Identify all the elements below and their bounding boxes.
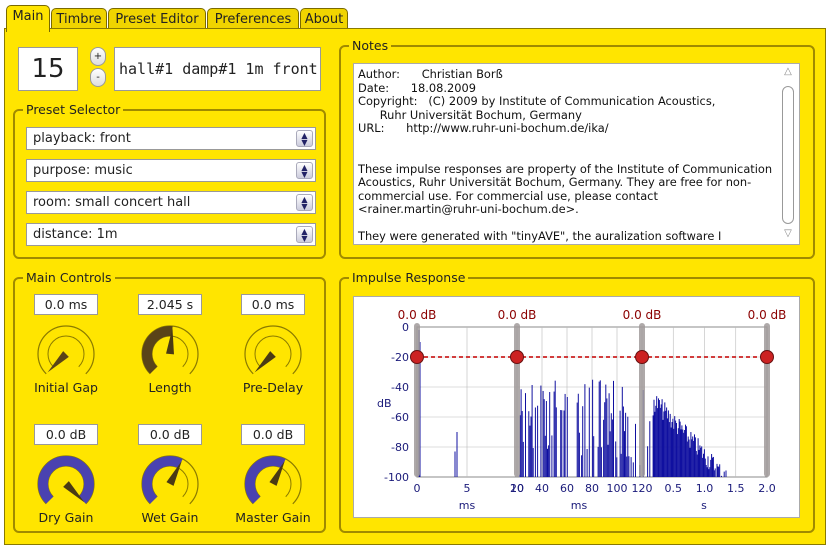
impulse-response-title: Impulse Response xyxy=(349,270,469,286)
y-tick-label: -80 xyxy=(391,441,409,454)
updown-arrow-icon: ▲ ▼ xyxy=(296,162,313,179)
tab-about[interactable]: About xyxy=(300,8,348,30)
x-tick-label: 100 xyxy=(607,482,628,495)
impulse-response-plot[interactable]: 0 -20 -40 -60 -80 -100 dB 0 5 10 20 40 60 80 100 120 0.5… xyxy=(353,296,800,518)
y-tick-label: -60 xyxy=(391,411,409,424)
length-label: Length xyxy=(148,380,192,395)
handle-gain-label: 0.0 dB xyxy=(498,308,537,322)
master-gain-knob[interactable] xyxy=(238,449,308,519)
select-distance-value: distance: 1m xyxy=(33,227,118,242)
updown-arrow-icon: ▲ ▼ xyxy=(296,226,313,243)
notes-textarea[interactable]: Author: Christian Borß Date: 18.08.2009 … xyxy=(353,63,800,245)
select-purpose-value: purpose: music xyxy=(33,163,133,178)
pre-delay-knob[interactable] xyxy=(238,319,308,389)
x-tick-label: 0.5 xyxy=(665,482,683,495)
pre-delay-value[interactable]: 0.0 ms xyxy=(241,294,305,315)
pre-delay-pointer xyxy=(254,351,276,373)
y-axis-label: dB xyxy=(377,397,392,410)
x-tick-label: 60 xyxy=(560,482,574,495)
preset-name-field[interactable]: hall#1 damp#1 1m front xyxy=(114,47,321,91)
length-knob[interactable] xyxy=(135,319,205,389)
x-tick-label: 2.0 xyxy=(758,482,776,495)
x-tick-label: 1.5 xyxy=(727,482,745,495)
initial-gap-pointer xyxy=(47,351,69,373)
tab-preferences[interactable]: Preferences xyxy=(207,8,299,30)
x-unit-ms-2: ms xyxy=(571,499,588,512)
dry-gain-pointer xyxy=(63,481,85,503)
handle-track xyxy=(514,323,520,477)
y-tick-label: 0 xyxy=(402,321,409,334)
x-unit-s: s xyxy=(701,499,707,512)
x-unit-ms-1: ms xyxy=(459,499,476,512)
gain-handle xyxy=(760,350,774,364)
x-tick-label: 120 xyxy=(632,482,653,495)
preset-down-button[interactable]: - xyxy=(90,68,106,87)
master-gain-label: Master Gain xyxy=(235,510,311,525)
preset-selector-title: Preset Selector xyxy=(23,102,124,118)
x-tick-label: 5 xyxy=(464,482,471,495)
handle-track xyxy=(414,323,420,477)
handle-gain-label: 0.0 dB xyxy=(748,308,787,322)
select-playback[interactable]: playback: front ▲ ▼ xyxy=(26,127,316,150)
handle-track xyxy=(639,323,645,477)
scroll-down-icon[interactable]: ▽ xyxy=(781,228,795,242)
pre-delay-label: Pre-Delay xyxy=(242,380,304,395)
y-tick-label: -40 xyxy=(391,381,409,394)
updown-arrow-icon: ▲ ▼ xyxy=(296,194,313,211)
x-tick-label: 1.0 xyxy=(696,482,714,495)
wet-gain-value[interactable]: 0.0 dB xyxy=(138,424,202,445)
select-room-value: room: small concert hall xyxy=(33,195,191,210)
scroll-up-icon[interactable]: △ xyxy=(781,66,795,80)
length-value[interactable]: 2.045 s xyxy=(138,294,202,315)
dry-gain-value[interactable]: 0.0 dB xyxy=(34,424,98,445)
wet-gain-label: Wet Gain xyxy=(141,510,199,525)
select-distance[interactable]: distance: 1m ▲ ▼ xyxy=(26,223,316,246)
tab-main[interactable]: Main xyxy=(6,5,50,32)
gain-handle xyxy=(510,350,524,364)
gain-handle xyxy=(635,350,649,364)
notes-title: Notes xyxy=(349,38,392,54)
x-tick-label: 80 xyxy=(585,482,599,495)
dry-gain-knob[interactable] xyxy=(31,449,101,519)
tab-preset-editor[interactable]: Preset Editor xyxy=(108,8,206,30)
dry-gain-label: Dry Gain xyxy=(38,510,94,525)
gain-handle xyxy=(410,350,424,364)
x-tick-label: 40 xyxy=(535,482,549,495)
updown-arrow-icon: ▲ ▼ xyxy=(296,130,313,147)
preset-spinner: + - xyxy=(90,47,106,89)
initial-gap-knob[interactable] xyxy=(31,319,101,389)
preset-up-button[interactable]: + xyxy=(90,47,106,66)
x-tick-label: 0 xyxy=(414,482,421,495)
handle-gain-label: 0.0 dB xyxy=(623,308,662,322)
notes-text: Author: Christian Borß Date: 18.08.2009 … xyxy=(358,67,773,243)
main-controls-title: Main Controls xyxy=(23,270,115,286)
handle-track xyxy=(764,323,770,477)
select-playback-value: playback: front xyxy=(33,131,131,146)
wet-gain-knob[interactable] xyxy=(135,449,205,519)
scrollbar-thumb[interactable] xyxy=(782,86,794,224)
preset-number[interactable]: 15 xyxy=(18,47,78,91)
select-room[interactable]: room: small concert hall ▲ ▼ xyxy=(26,191,316,214)
y-tick-label: -20 xyxy=(391,351,409,364)
initial-gap-label: Initial Gap xyxy=(34,380,98,395)
initial-gap-value[interactable]: 0.0 ms xyxy=(34,294,98,315)
select-purpose[interactable]: purpose: music ▲ ▼ xyxy=(26,159,316,182)
y-tick-label: -100 xyxy=(384,471,409,484)
app-window: Main Timbre Preset Editor Preferences Ab… xyxy=(0,0,828,548)
master-gain-value[interactable]: 0.0 dB xyxy=(241,424,305,445)
dry-gain-fill xyxy=(38,456,94,504)
x-tick-label: 20 xyxy=(510,482,524,495)
notes-scrollbar[interactable]: △ ▽ xyxy=(779,64,799,244)
handle-gain-label: 0.0 dB xyxy=(398,308,437,322)
impulse-response-svg: 0-20-40-60-80-100dB0 5 1020 40 60 80 100 120 0.5… xyxy=(377,308,787,512)
tab-timbre[interactable]: Timbre xyxy=(51,8,107,30)
